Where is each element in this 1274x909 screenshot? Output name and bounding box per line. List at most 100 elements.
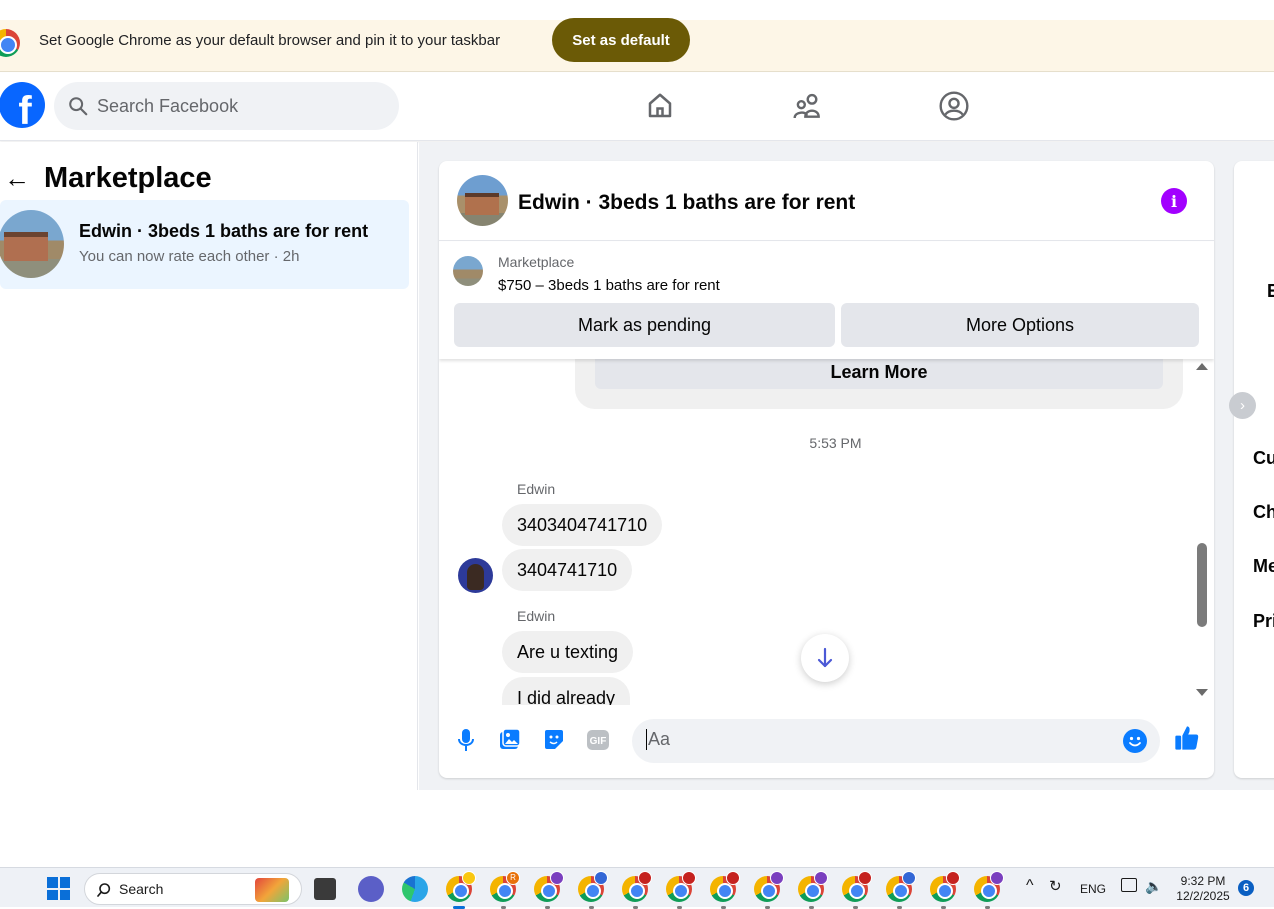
conversation-subtitle: You can now rate each other · 2h: [79, 248, 300, 265]
panel-item[interactable]: Pri: [1253, 611, 1274, 632]
page-title: Marketplace: [44, 162, 212, 194]
info-card-bubble: Learn More: [575, 359, 1183, 409]
chrome-taskbar-icon[interactable]: [974, 871, 1004, 909]
chrome-taskbar-icon[interactable]: [666, 871, 696, 909]
language-indicator[interactable]: ENG: [1080, 882, 1106, 896]
chrome-taskbar-icon[interactable]: [534, 871, 564, 909]
conversation-info-panel: E Cu Ch Me Pri: [1234, 161, 1274, 778]
message-composer: GIF: [439, 715, 1214, 765]
chrome-taskbar-icon[interactable]: [622, 871, 652, 909]
profile-badge: [858, 871, 872, 885]
volume-icon[interactable]: 🔈: [1145, 878, 1162, 895]
message-list[interactable]: Learn More 5:53 PM Edwin 3403404741710 3…: [439, 359, 1214, 705]
profile-badge: [594, 871, 608, 885]
chat-window: Edwin · 3beds 1 baths are for rent i Mar…: [439, 161, 1214, 778]
profile-badge: [814, 871, 828, 885]
learn-more-button[interactable]: Learn More: [595, 359, 1163, 389]
search-icon: [97, 883, 111, 897]
listing-thumbnail: [0, 210, 64, 278]
message-bubble[interactable]: 3403404741710: [502, 504, 663, 546]
listing-price[interactable]: $750 – 3beds 1 baths are for rent: [498, 277, 720, 294]
gif-label: GIF: [590, 736, 607, 747]
marketplace-heading: ← Marketplace: [4, 162, 212, 195]
back-arrow-icon[interactable]: ←: [4, 163, 44, 194]
profile-badge: [726, 871, 740, 885]
panel-item[interactable]: Ch: [1253, 502, 1274, 523]
profile-badge: [902, 871, 916, 885]
chrome-taskbar-icon[interactable]: [798, 871, 828, 909]
scrollbar-up-arrow[interactable]: [1196, 363, 1208, 370]
message-bubble[interactable]: Are u texting: [502, 631, 634, 673]
scroll-to-bottom-button[interactable]: [801, 634, 849, 682]
notification-badge[interactable]: 6: [1238, 880, 1254, 896]
message-sender: Edwin: [517, 481, 556, 497]
more-options-button[interactable]: More Options: [841, 303, 1199, 347]
taskbar-search[interactable]: Search: [84, 873, 302, 905]
task-view-icon[interactable]: [314, 878, 336, 900]
message-input[interactable]: [646, 729, 1106, 750]
profile-badge: [638, 871, 652, 885]
emoji-icon[interactable]: [1123, 729, 1147, 753]
chrome-taskbar-icon[interactable]: [578, 871, 608, 909]
set-default-button[interactable]: Set as default: [552, 18, 690, 62]
profile-badge: [682, 871, 696, 885]
arrow-down-icon: [817, 647, 833, 668]
scrollbar-thumb[interactable]: [1197, 543, 1207, 627]
teams-icon[interactable]: [358, 876, 384, 902]
info-icon[interactable]: i: [1161, 188, 1187, 214]
panel-item[interactable]: Cu: [1253, 448, 1274, 469]
panel-item[interactable]: Me: [1253, 556, 1274, 577]
profile-badge: [770, 871, 784, 885]
conversation-item[interactable]: Edwin · 3beds 1 baths are for rent You c…: [0, 200, 409, 289]
message-input-box[interactable]: [632, 719, 1160, 763]
edge-icon[interactable]: [402, 876, 428, 902]
sync-icon[interactable]: ↻: [1049, 877, 1062, 895]
windows-taskbar: Search R ^ ↻ ENG 🔈 9:32 PM 12/2/2025 6: [0, 867, 1274, 909]
chrome-taskbar-icon[interactable]: [754, 871, 784, 909]
home-icon[interactable]: [644, 90, 676, 122]
sticker-icon[interactable]: [541, 727, 567, 753]
search-input[interactable]: [97, 95, 377, 117]
chat-avatar[interactable]: [457, 175, 508, 226]
photo-icon[interactable]: [497, 727, 523, 753]
listing-thumbnail[interactable]: [453, 256, 483, 286]
search-highlight-icon: [255, 878, 289, 902]
profile-badge: [550, 871, 564, 885]
scrollbar-down-arrow[interactable]: [1196, 689, 1208, 696]
taskbar-search-label: Search: [119, 881, 164, 897]
marketplace-sidebar: ← Marketplace Edwin · 3beds 1 baths are …: [0, 142, 418, 790]
search-box[interactable]: [54, 82, 399, 130]
taskbar-clock[interactable]: 9:32 PM 12/2/2025: [1172, 874, 1234, 904]
chrome-taskbar-icon[interactable]: [930, 871, 960, 909]
chrome-taskbar-icon[interactable]: [446, 871, 476, 909]
panel-item: E: [1267, 281, 1274, 301]
clock-time: 9:32 PM: [1180, 874, 1226, 888]
sender-avatar[interactable]: [458, 558, 493, 593]
chevron-right-icon[interactable]: ›: [1229, 392, 1256, 419]
message-timestamp: 5:53 PM: [809, 435, 862, 451]
profile-badge: [990, 871, 1004, 885]
chrome-taskbar-icon[interactable]: [842, 871, 872, 909]
friends-icon[interactable]: [792, 90, 824, 122]
listing-card: Marketplace $750 – 3beds 1 baths are for…: [439, 242, 1214, 359]
conversation-title: Edwin · 3beds 1 baths are for rent: [79, 221, 369, 241]
chrome-taskbar-icon[interactable]: [886, 871, 916, 909]
chrome-taskbar-icon[interactable]: [710, 871, 740, 909]
facebook-logo-icon[interactable]: f: [0, 82, 45, 128]
windows-start-icon[interactable]: [47, 877, 70, 900]
mark-as-pending-button[interactable]: Mark as pending: [454, 303, 835, 347]
network-icon[interactable]: [1121, 878, 1137, 892]
profile-icon[interactable]: [938, 90, 970, 122]
like-icon[interactable]: [1172, 723, 1202, 753]
search-icon: [69, 97, 88, 116]
browser-top-strip: [0, 0, 1274, 20]
profile-badge: [946, 871, 960, 885]
message-bubble[interactable]: 3404741710: [502, 549, 633, 591]
microphone-icon[interactable]: [453, 727, 479, 753]
chrome-taskbar-icon[interactable]: R: [490, 871, 520, 909]
banner-message: Set Google Chrome as your default browse…: [39, 32, 501, 49]
chat-title[interactable]: Edwin · 3beds 1 baths are for rent: [518, 191, 855, 215]
message-bubble[interactable]: I did already: [502, 677, 631, 705]
gif-icon[interactable]: GIF: [585, 727, 611, 753]
chevron-up-icon[interactable]: ^: [1026, 877, 1034, 895]
